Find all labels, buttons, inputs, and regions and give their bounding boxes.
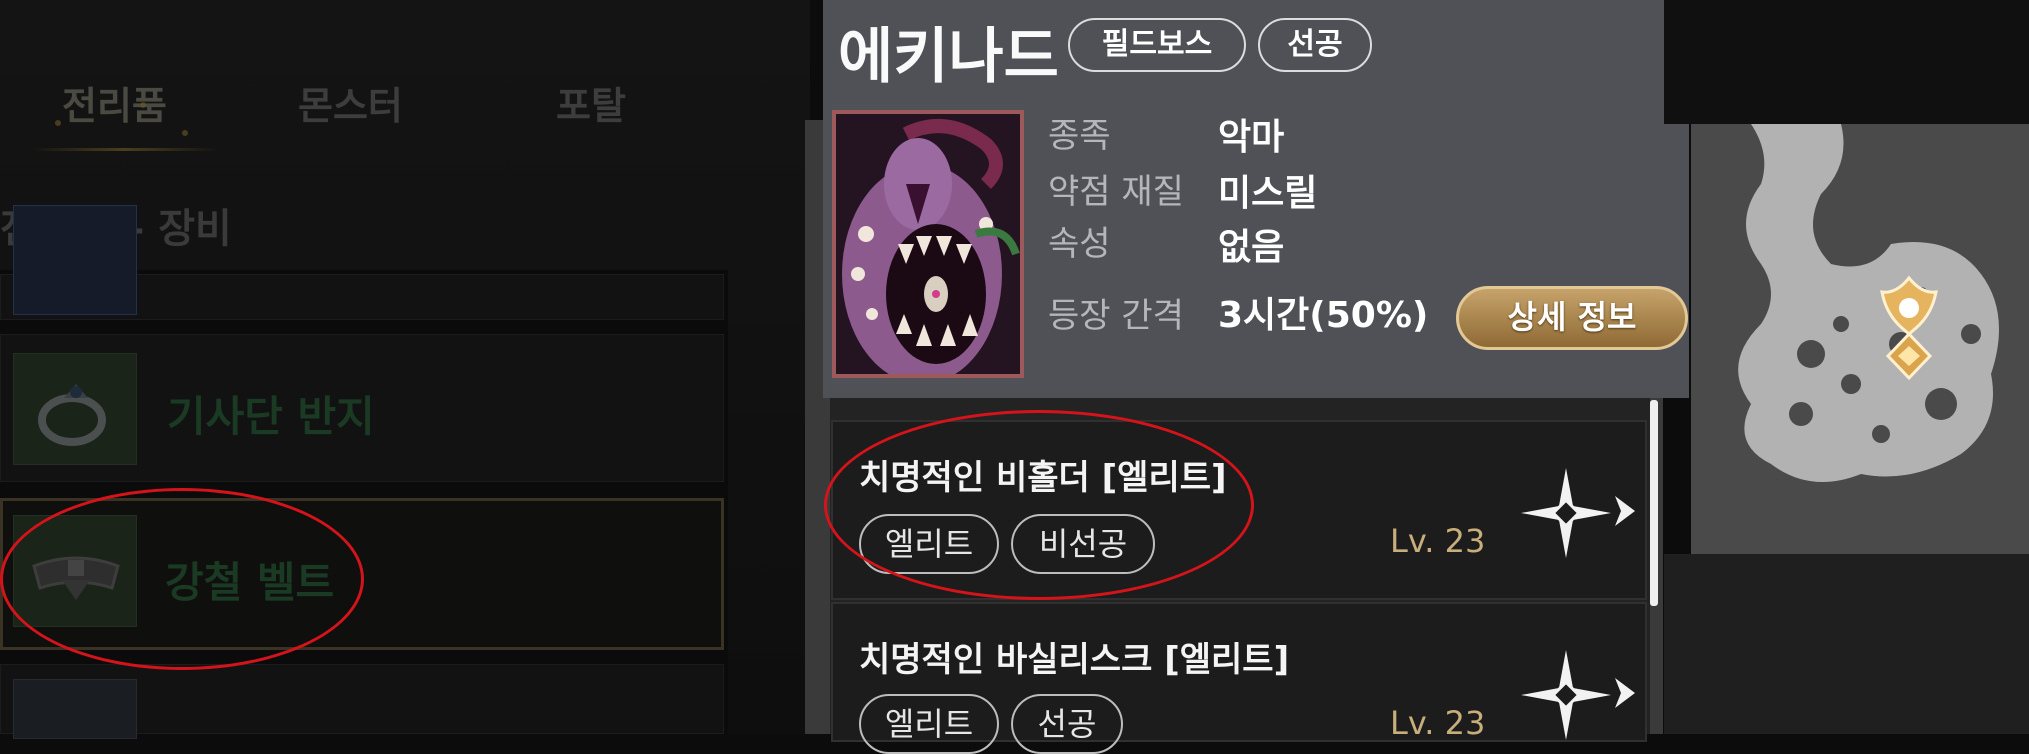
boss-portrait xyxy=(832,110,1024,378)
arrow-right-icon[interactable] xyxy=(1613,494,1637,532)
tab-portal[interactable]: 포탈 xyxy=(556,75,626,130)
monster-name: 치명적인 바실리스크 [엘리트] xyxy=(859,640,1290,680)
sparkle xyxy=(55,120,61,126)
tab-monster[interactable]: 몬스터 xyxy=(298,75,403,130)
active-tab-indicator xyxy=(30,148,220,151)
ring-icon xyxy=(13,353,137,465)
boss-tag-preemptive: 선공 xyxy=(1258,18,1372,72)
detail-info-button[interactable]: 상세 정보 xyxy=(1456,286,1688,350)
annotation-circle xyxy=(0,488,364,670)
info-label-spawn-interval: 등장 간격 xyxy=(1048,296,1184,336)
info-value-race: 악마 xyxy=(1218,117,1285,158)
list-item[interactable] xyxy=(0,664,724,739)
boss-marker-icon[interactable] xyxy=(1876,274,1942,388)
info-label-attribute: 속성 xyxy=(1048,224,1111,264)
monster-tag: 엘리트 xyxy=(859,694,999,754)
monster-tag: 선공 xyxy=(1011,694,1123,754)
info-label-weakness: 약점 재질 xyxy=(1048,172,1184,212)
monster-level: Lv. 23 xyxy=(1390,704,1486,742)
item-name: 기사단 반지 xyxy=(167,392,375,441)
list-item[interactable] xyxy=(0,205,724,320)
compass-star-icon[interactable] xyxy=(1521,650,1611,740)
map-frame-bottom xyxy=(1664,554,2029,734)
minimap[interactable] xyxy=(1691,124,2029,554)
info-value-spawn-interval: 3시간(50%) xyxy=(1218,295,1429,336)
monster-level: Lv. 23 xyxy=(1390,522,1486,560)
scrollbar[interactable] xyxy=(1650,400,1658,606)
info-value-attribute: 없음 xyxy=(1218,227,1285,268)
sparkle xyxy=(182,130,188,136)
boss-name: 에키나드 xyxy=(838,22,1059,92)
item-icon xyxy=(13,205,137,315)
boss-tag-fieldboss: 필드보스 xyxy=(1068,18,1246,72)
info-value-weakness: 미스릴 xyxy=(1218,173,1318,214)
list-item[interactable]: 기사단 반지 xyxy=(0,334,724,482)
item-icon xyxy=(13,679,137,739)
info-label-race: 종족 xyxy=(1048,116,1111,156)
monster-list-item[interactable]: 치명적인 바실리스크 [엘리트] 엘리트 선공 Lv. 23 xyxy=(831,602,1647,754)
map-frame-top xyxy=(1664,0,2029,124)
annotation-circle xyxy=(824,410,1254,600)
compass-star-icon[interactable] xyxy=(1521,468,1611,558)
tab-loot[interactable]: 전리품 xyxy=(62,75,167,130)
arrow-right-icon[interactable] xyxy=(1613,676,1637,714)
sparkle xyxy=(140,102,146,108)
